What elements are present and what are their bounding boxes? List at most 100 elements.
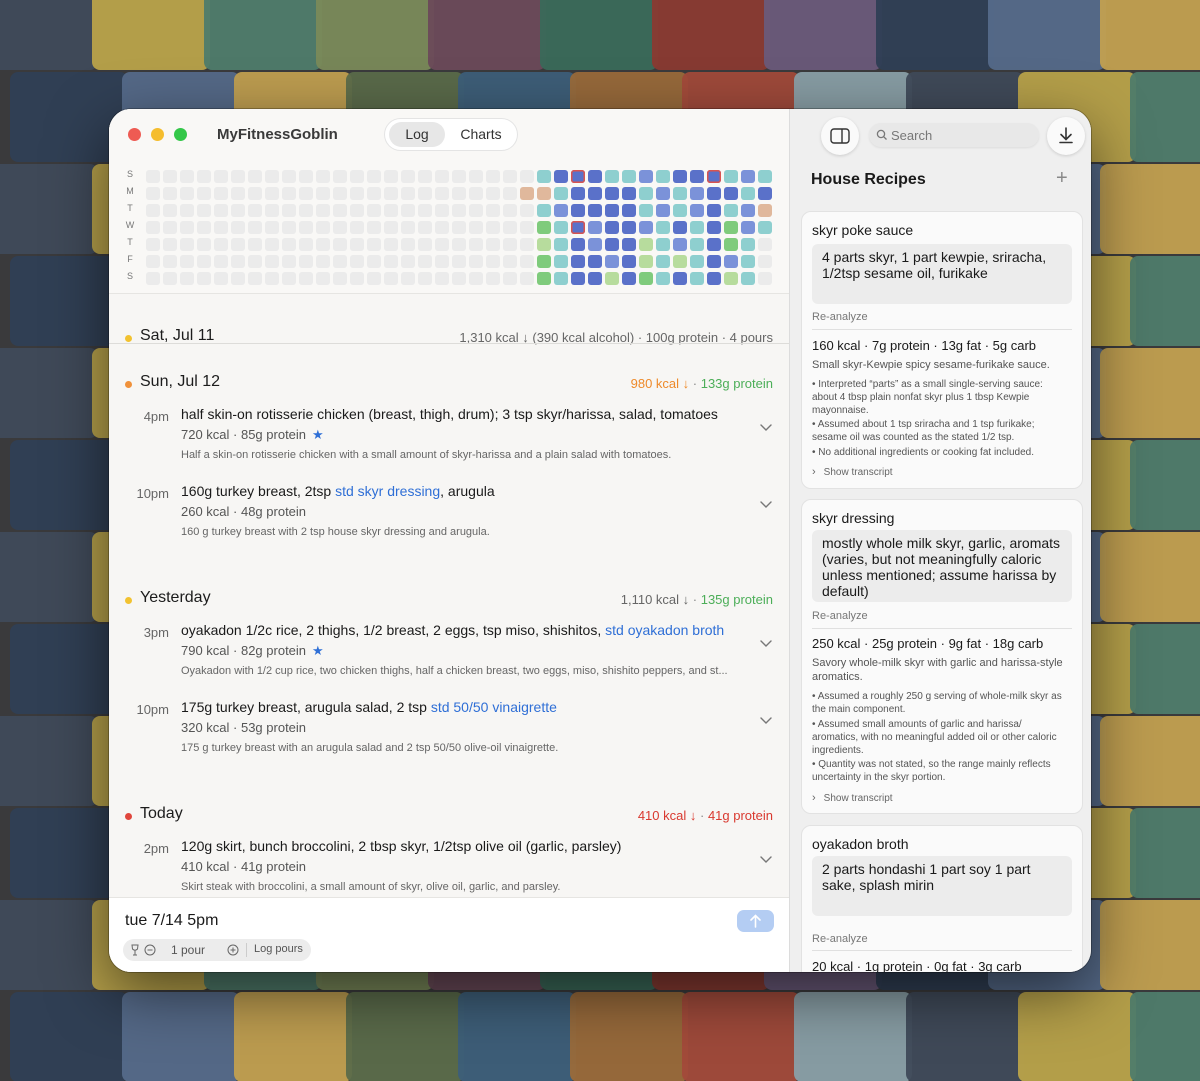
heatmap-cell[interactable]	[452, 204, 466, 217]
heatmap-cell[interactable]	[452, 255, 466, 268]
day-header[interactable]: Sat, Jul 11 1,310 kcal ↓ (390 kcal alcoho…	[109, 316, 789, 360]
heatmap-cell[interactable]	[248, 272, 262, 285]
heatmap-cell[interactable]	[520, 187, 534, 200]
heatmap-cell[interactable]	[146, 238, 160, 251]
heatmap-cell[interactable]	[197, 170, 211, 183]
heatmap-cell[interactable]	[571, 221, 585, 234]
heatmap-cell[interactable]	[333, 272, 347, 285]
heatmap-cell[interactable]	[554, 255, 568, 268]
heatmap-cell[interactable]	[571, 204, 585, 217]
heatmap-cell[interactable]	[452, 272, 466, 285]
heatmap-cell[interactable]	[299, 187, 313, 200]
heatmap-cell[interactable]	[537, 238, 551, 251]
heatmap-cell[interactable]	[554, 272, 568, 285]
heatmap-cell[interactable]	[588, 221, 602, 234]
heatmap-cell[interactable]	[469, 170, 483, 183]
heatmap-cell[interactable]	[350, 170, 364, 183]
heatmap-cell[interactable]	[367, 187, 381, 200]
heatmap-cell[interactable]	[146, 255, 160, 268]
show-transcript-button[interactable]: › Show transcript	[812, 466, 893, 478]
heatmap-cell[interactable]	[605, 272, 619, 285]
heatmap-cell[interactable]	[401, 255, 415, 268]
heatmap-cell[interactable]	[639, 170, 653, 183]
heatmap-cell[interactable]	[656, 238, 670, 251]
heatmap-cell[interactable]	[503, 221, 517, 234]
heatmap-cell[interactable]	[367, 221, 381, 234]
heatmap-cell[interactable]	[741, 204, 755, 217]
heatmap-cell[interactable]	[265, 272, 279, 285]
heatmap-cell[interactable]	[197, 221, 211, 234]
decrement-pour-button[interactable]	[144, 944, 156, 956]
heatmap-cell[interactable]	[163, 187, 177, 200]
heatmap-cell[interactable]	[401, 187, 415, 200]
recipe-link[interactable]: std skyr dressing	[335, 483, 440, 499]
heatmap-cell[interactable]	[316, 238, 330, 251]
heatmap-cell[interactable]	[180, 238, 194, 251]
heatmap-cell[interactable]	[418, 238, 432, 251]
chevron-down-icon[interactable]	[759, 852, 773, 866]
search-field[interactable]: Search	[869, 123, 1039, 147]
heatmap-cell[interactable]	[639, 272, 653, 285]
meal-entry[interactable]: 3pm oyakadon 1/2c rice, 2 thighs, 1/2 bre…	[109, 622, 789, 698]
heatmap-cell[interactable]	[231, 221, 245, 234]
heatmap-cell[interactable]	[707, 221, 721, 234]
chevron-down-icon[interactable]	[759, 636, 773, 650]
heatmap-cell[interactable]	[282, 187, 296, 200]
heatmap-cell[interactable]	[673, 170, 687, 183]
heatmap-cell[interactable]	[469, 204, 483, 217]
heatmap-cell[interactable]	[724, 255, 738, 268]
heatmap-cell[interactable]	[163, 238, 177, 251]
heatmap-cell[interactable]	[690, 238, 704, 251]
heatmap-cell[interactable]	[265, 187, 279, 200]
heatmap-cell[interactable]	[384, 255, 398, 268]
heatmap-cell[interactable]	[350, 187, 364, 200]
heatmap-cell[interactable]	[639, 255, 653, 268]
heatmap-cell[interactable]	[248, 255, 262, 268]
meal-entry[interactable]: 2pm 120g skirt, bunch broccolini, 2 tbsp …	[109, 838, 789, 897]
favorite-star-icon[interactable]: ★	[312, 427, 324, 442]
heatmap-cell[interactable]	[741, 170, 755, 183]
heatmap-cell[interactable]	[707, 187, 721, 200]
heatmap-cell[interactable]	[503, 255, 517, 268]
heatmap-cell[interactable]	[282, 170, 296, 183]
heatmap-cell[interactable]	[146, 187, 160, 200]
recipe-card[interactable]: skyr dressing mostly whole milk skyr, gar…	[801, 499, 1083, 814]
heatmap-cell[interactable]	[724, 272, 738, 285]
heatmap-cell[interactable]	[673, 187, 687, 200]
heatmap-cell[interactable]	[758, 170, 772, 183]
recipe-card[interactable]: oyakadon broth 2 parts hondashi 1 part so…	[801, 825, 1083, 972]
heatmap-cell[interactable]	[180, 187, 194, 200]
heatmap-cell[interactable]	[469, 272, 483, 285]
heatmap-cell[interactable]	[418, 187, 432, 200]
log-pours-button[interactable]: Log pours	[254, 943, 303, 955]
heatmap-cell[interactable]	[571, 238, 585, 251]
heatmap-cell[interactable]	[316, 204, 330, 217]
zoom-window-button[interactable]	[174, 128, 187, 141]
chevron-down-icon[interactable]	[759, 497, 773, 511]
heatmap-cell[interactable]	[758, 221, 772, 234]
heatmap-cell[interactable]	[758, 238, 772, 251]
heatmap-cell[interactable]	[452, 187, 466, 200]
heatmap-cell[interactable]	[282, 272, 296, 285]
heatmap-cell[interactable]	[248, 204, 262, 217]
heatmap-cell[interactable]	[146, 221, 160, 234]
increment-pour-button[interactable]	[227, 944, 239, 956]
heatmap-cell[interactable]	[214, 272, 228, 285]
heatmap-cell[interactable]	[503, 204, 517, 217]
heatmap-cell[interactable]	[537, 255, 551, 268]
heatmap-cell[interactable]	[265, 255, 279, 268]
heatmap-cell[interactable]	[146, 204, 160, 217]
heatmap-cell[interactable]	[656, 204, 670, 217]
heatmap-cell[interactable]	[418, 170, 432, 183]
heatmap-cell[interactable]	[605, 255, 619, 268]
heatmap-cell[interactable]	[418, 204, 432, 217]
heatmap-cell[interactable]	[486, 221, 500, 234]
heatmap-cell[interactable]	[401, 238, 415, 251]
heatmap-cell[interactable]	[265, 204, 279, 217]
heatmap-cell[interactable]	[588, 170, 602, 183]
heatmap-cell[interactable]	[350, 204, 364, 217]
heatmap-cell[interactable]	[605, 221, 619, 234]
reanalyze-button[interactable]: Re-analyze	[812, 933, 868, 945]
reanalyze-button[interactable]: Re-analyze	[812, 311, 868, 323]
heatmap-cell[interactable]	[588, 238, 602, 251]
